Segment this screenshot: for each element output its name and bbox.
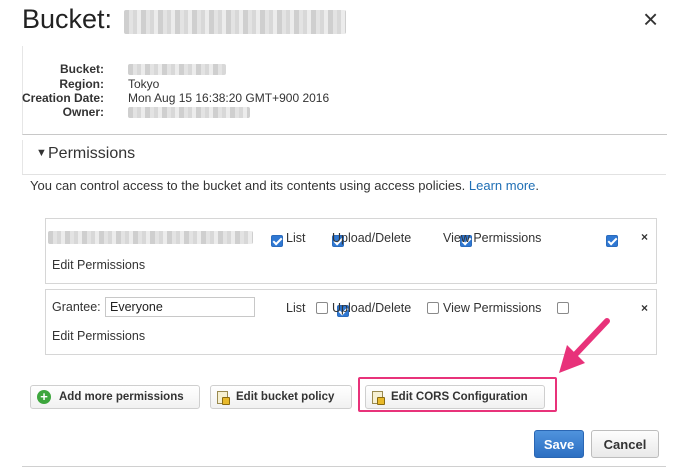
edit-permissions-label: Edit Permissions [52, 329, 146, 343]
list-checkbox[interactable] [271, 234, 283, 247]
annotation-arrow-icon [559, 318, 610, 373]
close-icon[interactable]: × [643, 6, 658, 32]
owner-label: Owner: [62, 105, 104, 119]
edit-bucket-policy-button[interactable]: Edit bucket policy [210, 385, 352, 409]
divider [22, 466, 666, 467]
view-permissions-checkbox[interactable] [427, 302, 439, 314]
creation-date-label: Creation Date: [21, 91, 104, 105]
view-permissions-label: View Permissions [443, 301, 542, 315]
add-more-permissions-label: Add more permissions [59, 391, 184, 403]
save-button[interactable]: Save [534, 430, 584, 458]
edit-permissions-checkbox[interactable] [557, 302, 569, 314]
edit-permissions-checkbox[interactable] [606, 234, 619, 247]
remove-grant-icon[interactable]: × [641, 230, 648, 244]
creation-date-value: Mon Aug 15 16:38:20 GMT+900 2016 [128, 91, 330, 105]
upload-delete-label: Upload/Delete [332, 301, 412, 315]
grantee-redacted [48, 231, 253, 244]
list-label: List [286, 231, 306, 245]
grantee-input[interactable] [105, 297, 255, 317]
edit-bucket-policy-label: Edit bucket policy [236, 391, 335, 403]
remove-grant-icon[interactable]: × [641, 301, 648, 315]
cancel-button[interactable]: Cancel [591, 430, 659, 458]
region-label: Region: [59, 77, 104, 91]
upload-delete-label: Upload/Delete [332, 231, 412, 245]
upload-delete-checkbox[interactable] [316, 302, 328, 314]
bucket-properties: Bucket: Region: Tokyo Creation Date: Mon… [22, 46, 667, 135]
permissions-description: You can control access to the bucket and… [30, 178, 539, 193]
bucket-label: Bucket: [59, 62, 104, 76]
list-label: List [286, 301, 306, 315]
plus-circle-icon: + [37, 390, 51, 404]
highlight-box [358, 377, 557, 412]
description-end: . [535, 178, 540, 193]
grant-row [45, 218, 657, 284]
description-text: You can control access to the bucket and… [30, 178, 466, 193]
divider [22, 174, 666, 175]
add-more-permissions-button[interactable]: + Add more permissions [30, 385, 200, 409]
dialog-title: Bucket: [22, 4, 113, 34]
grantee-label: Grantee: [52, 300, 101, 314]
view-permissions-label: View Permissions [443, 231, 542, 245]
learn-more-link[interactable]: Learn more [469, 178, 535, 193]
edit-permissions-label: Edit Permissions [52, 258, 146, 272]
owner-value-redacted [128, 107, 250, 118]
caret-down-icon[interactable]: ▼ [36, 147, 47, 159]
bucket-value-redacted [128, 64, 226, 75]
document-lock-icon [217, 390, 230, 405]
permissions-title[interactable]: Permissions [48, 145, 135, 163]
bucket-name-redacted [124, 10, 346, 34]
region-value: Tokyo [128, 77, 160, 91]
